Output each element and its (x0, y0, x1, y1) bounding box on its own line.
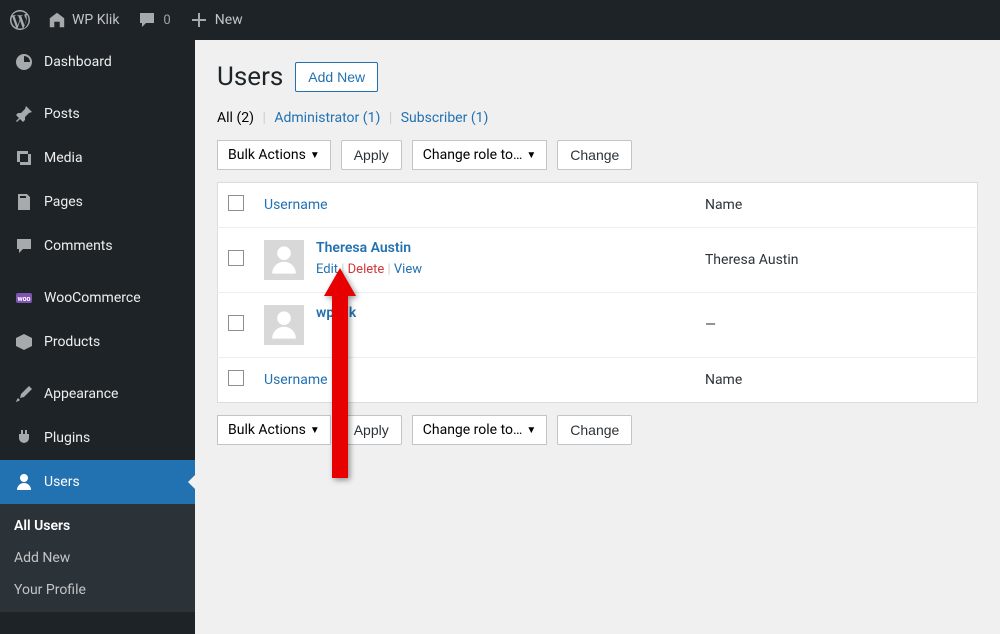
sidebar-item-label: Users (44, 474, 80, 490)
submenu-add-new[interactable]: Add New (0, 542, 195, 574)
sidebar-item-label: Media (44, 150, 83, 166)
caret-down-icon: ▼ (526, 425, 536, 436)
edit-link[interactable]: Edit (316, 262, 338, 277)
bulk-actions-select-bottom[interactable]: Bulk Actions▼ (217, 415, 331, 445)
admin-sidebar: Dashboard Posts Media Pages Comments woo… (0, 40, 195, 634)
apply-button[interactable]: Apply (341, 140, 402, 170)
person-icon (267, 243, 301, 277)
comments-link[interactable]: 0 (137, 10, 170, 30)
filter-administrator[interactable]: Administrator (1) (274, 110, 380, 126)
users-icon (14, 472, 34, 492)
select-all-checkbox[interactable] (228, 195, 244, 211)
view-filters: All (2) | Administrator (1) | Subscriber… (217, 110, 978, 126)
bulk-actions-select[interactable]: Bulk Actions▼ (217, 140, 331, 170)
wordpress-icon (10, 10, 30, 30)
sidebar-item-products[interactable]: Products (0, 320, 195, 364)
site-name-label: WP Klik (72, 12, 119, 28)
sidebar-item-comments[interactable]: Comments (0, 224, 195, 268)
brush-icon (14, 384, 34, 404)
woo-icon: woo (14, 288, 34, 308)
sidebar-item-posts[interactable]: Posts (0, 92, 195, 136)
content-area: Users Add New All (2) | Administrator (1… (195, 40, 1000, 634)
change-button-bottom[interactable]: Change (557, 415, 632, 445)
users-submenu: All Users Add New Your Profile (0, 504, 195, 612)
add-new-button[interactable]: Add New (295, 62, 378, 92)
row-actions: Edit | Delete | View (316, 262, 422, 277)
sidebar-item-label: Dashboard (44, 54, 112, 70)
sidebar-item-media[interactable]: Media (0, 136, 195, 180)
caret-down-icon: ▼ (526, 150, 536, 161)
avatar (264, 240, 304, 280)
submenu-all-users[interactable]: All Users (0, 510, 195, 542)
table-row: Theresa Austin Edit | Delete | View Ther… (218, 228, 978, 293)
row-checkbox[interactable] (228, 250, 244, 266)
bulk-actions-top: Bulk Actions▼ Apply Change role to…▼ Cha… (217, 140, 978, 170)
sidebar-item-label: Comments (44, 238, 113, 254)
column-username[interactable]: Username (254, 183, 695, 228)
sidebar-item-users[interactable]: Users (0, 460, 195, 504)
new-content-link[interactable]: New (189, 10, 243, 30)
view-link[interactable]: View (394, 262, 422, 277)
pages-icon (14, 192, 34, 212)
column-name: Name (695, 183, 978, 228)
caret-down-icon: ▼ (310, 425, 320, 436)
column-username-footer[interactable]: Username (254, 358, 695, 403)
username-link[interactable]: wpklik (316, 305, 356, 321)
dashboard-icon (14, 52, 34, 72)
name-cell: — (695, 293, 978, 358)
sidebar-item-label: Posts (44, 106, 80, 122)
sidebar-item-appearance[interactable]: Appearance (0, 372, 195, 416)
filter-subscriber[interactable]: Subscriber (1) (401, 110, 489, 126)
sidebar-item-dashboard[interactable]: Dashboard (0, 40, 195, 84)
site-name-link[interactable]: WP Klik (48, 11, 119, 29)
filter-all[interactable]: All (2) (217, 110, 254, 126)
sidebar-item-plugins[interactable]: Plugins (0, 416, 195, 460)
apply-button-bottom[interactable]: Apply (341, 415, 402, 445)
home-icon (48, 11, 66, 29)
products-icon (14, 332, 34, 352)
comments-icon (14, 236, 34, 256)
delete-link[interactable]: Delete (348, 262, 385, 277)
sidebar-item-woocommerce[interactable]: woo WooCommerce (0, 276, 195, 320)
avatar (264, 305, 304, 345)
select-all-checkbox-footer[interactable] (228, 370, 244, 386)
username-link[interactable]: Theresa Austin (316, 240, 422, 256)
submenu-your-profile[interactable]: Your Profile (0, 574, 195, 606)
page-header: Users Add New (217, 62, 978, 92)
sidebar-item-label: WooCommerce (44, 290, 141, 306)
plugin-icon (14, 428, 34, 448)
person-icon (267, 308, 301, 342)
sidebar-item-label: Pages (44, 194, 83, 210)
change-button[interactable]: Change (557, 140, 632, 170)
plus-icon (189, 10, 209, 30)
column-name-footer: Name (695, 358, 978, 403)
row-checkbox[interactable] (228, 315, 244, 331)
comments-count: 0 (163, 13, 170, 28)
comment-icon (137, 10, 157, 30)
wp-logo[interactable] (10, 10, 30, 30)
sidebar-item-label: Appearance (44, 386, 118, 402)
caret-down-icon: ▼ (310, 150, 320, 161)
admin-toolbar: WP Klik 0 New (0, 0, 1000, 40)
sidebar-item-label: Plugins (44, 430, 90, 446)
pin-icon (14, 104, 34, 124)
bulk-actions-bottom: Bulk Actions▼ Apply Change role to…▼ Cha… (217, 415, 978, 445)
new-label: New (215, 12, 243, 28)
change-role-select[interactable]: Change role to…▼ (412, 140, 548, 170)
change-role-select-bottom[interactable]: Change role to…▼ (412, 415, 548, 445)
media-icon (14, 148, 34, 168)
sidebar-item-pages[interactable]: Pages (0, 180, 195, 224)
users-table: Username Name Theresa Austin Edit | Dele… (217, 182, 978, 403)
sidebar-item-label: Products (44, 334, 100, 350)
table-row: wpklik — (218, 293, 978, 358)
svg-text:woo: woo (17, 295, 30, 303)
name-cell: Theresa Austin (695, 228, 978, 293)
page-title: Users (217, 62, 283, 92)
